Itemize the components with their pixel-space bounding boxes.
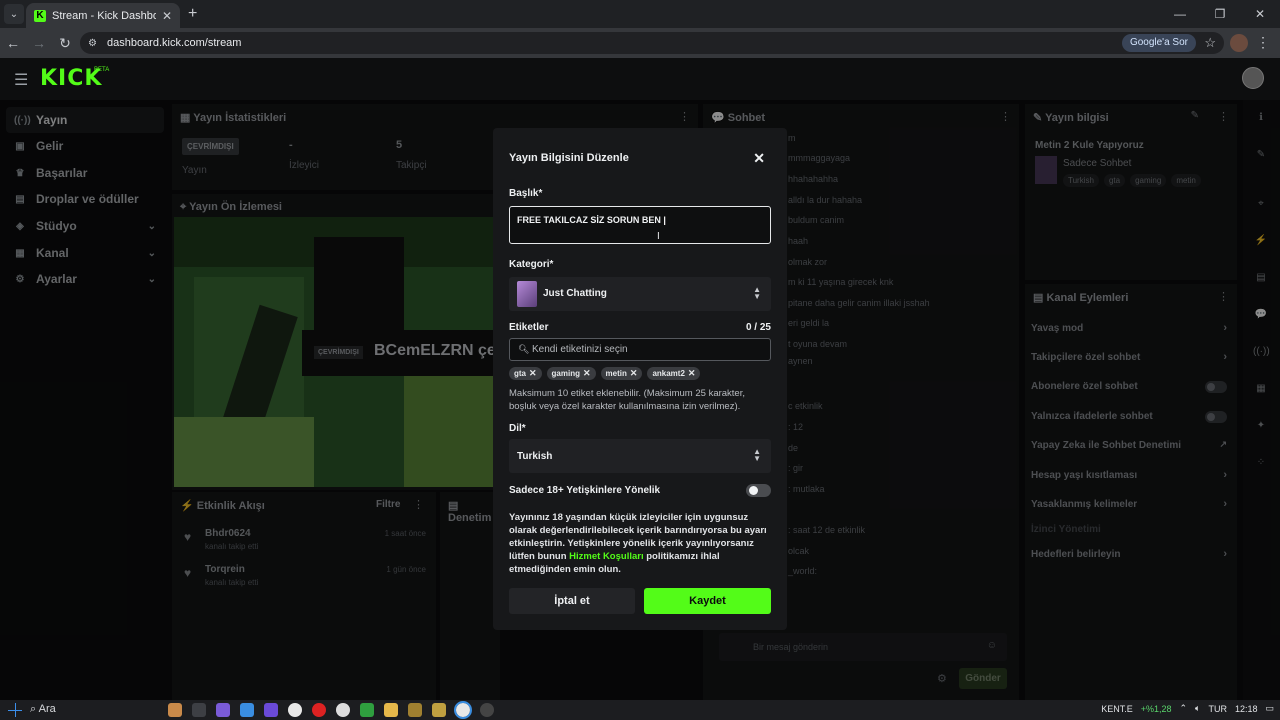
chrome-icon[interactable] (288, 703, 302, 717)
remove-tag-icon[interactable]: ✕ (529, 368, 537, 379)
copilot-icon[interactable] (216, 703, 230, 717)
browser-toolbar: ← → ↻ ⚙ dashboard.kick.com/stream Google… (0, 28, 1280, 58)
tray-chevron-icon[interactable]: ⌃ (1180, 703, 1188, 714)
search-icon: 🔍︎ (518, 344, 530, 354)
browser-tab[interactable]: K Stream - Kick Dashboard ✕ (26, 3, 180, 28)
close-icon[interactable]: ✕ (753, 150, 765, 167)
xbox-icon[interactable] (360, 703, 374, 717)
teams-icon[interactable] (264, 703, 278, 717)
tag-search-input[interactable]: 🔍︎ Kendi etiketinizi seçin (509, 338, 771, 361)
language-value: Turkish (517, 451, 553, 462)
tag-input-placeholder: Kendi etiketinizi seçin (532, 344, 628, 355)
category-select[interactable]: Just Chatting ▲ ▼ (509, 277, 771, 311)
category-value: Just Chatting (543, 288, 607, 299)
remove-tag-icon[interactable]: ✕ (583, 368, 591, 379)
widgets-icon[interactable] (168, 703, 182, 717)
browser-menu-icon[interactable]: ⋮ (1256, 34, 1270, 51)
obs-icon[interactable] (336, 703, 350, 717)
tag-chip: metin ✕ (600, 367, 643, 380)
beta-badge: BETA (94, 67, 110, 73)
modal-title: Yayın Bilgisini Düzenle (509, 152, 629, 164)
explorer-icon[interactable] (384, 703, 398, 717)
tag-chip-label: gaming (551, 369, 580, 378)
task-view-icon[interactable] (192, 703, 206, 717)
notification-icon[interactable]: ▭ (1265, 703, 1274, 714)
google-ask-button[interactable]: Google'a Sor (1121, 34, 1196, 52)
forward-icon[interactable]: → (26, 35, 52, 51)
browser-tabbar: ⌄ K Stream - Kick Dashboard ✕ + — ❐ ✕ (0, 0, 1280, 28)
minimize-icon[interactable]: — (1160, 0, 1200, 28)
volume-icon[interactable]: 🔈︎ (1195, 703, 1200, 714)
adult-content-toggle[interactable] (746, 484, 771, 497)
lang-indicator[interactable]: TUR (1208, 704, 1227, 714)
new-tab-button[interactable]: + (188, 5, 197, 23)
address-bar[interactable]: ⚙ dashboard.kick.com/stream Google'a Sor… (80, 32, 1224, 54)
game-icon[interactable] (408, 703, 422, 717)
text-cursor-icon: I (657, 231, 660, 242)
tags-label: Etiketler (509, 322, 549, 333)
stock-change: +%1,28 (1140, 703, 1172, 714)
kick-favicon-icon: K (34, 9, 46, 22)
tag-chip-label: ankamt2 (652, 369, 685, 378)
back-icon[interactable]: ← (0, 35, 26, 51)
game-icon-2[interactable] (432, 703, 446, 717)
edit-stream-info-modal: Yayın Bilgisini Düzenle ✕ Başlık* FREE T… (493, 128, 787, 630)
opera-icon[interactable] (312, 703, 326, 717)
adult-content-description: Yayınınız 18 yaşından küçük izleyiciler … (509, 512, 767, 575)
language-select[interactable]: Turkish ▲ ▼ (509, 439, 771, 473)
tag-chip: ankamt2 ✕ (647, 367, 701, 380)
store-icon[interactable] (240, 703, 254, 717)
taskbar-apps (168, 701, 494, 719)
close-tab-icon[interactable]: ✕ (162, 9, 172, 23)
tab-title: Stream - Kick Dashboard (52, 9, 156, 22)
category-label: Kategori* (509, 259, 554, 270)
remove-tag-icon[interactable]: ✕ (688, 368, 696, 379)
kick-topnav: ☰ KICK BETA (0, 58, 1280, 100)
close-window-icon[interactable]: ✕ (1240, 0, 1280, 28)
tags-help-text: Maksimum 10 etiket eklenebilir. (Maksimu… (509, 388, 745, 412)
chrome-active-icon[interactable] (454, 701, 472, 719)
window-controls: — ❐ ✕ (1160, 0, 1280, 28)
tag-chip: gta ✕ (509, 367, 542, 380)
select-arrows-icon: ▲ ▼ (753, 285, 761, 301)
tag-chips: gta ✕ gaming ✕ metin ✕ ankamt2 ✕ (509, 367, 701, 380)
language-label: Dil* (509, 423, 526, 434)
site-info-icon[interactable]: ⚙ (88, 38, 97, 49)
tag-chip-label: metin (605, 369, 627, 378)
taskbar-search[interactable]: ⌕ Ara (30, 703, 56, 716)
system-tray: KENT.E +%1,28 ⌃ 🔈︎ TUR 12:18 ▭ (1101, 703, 1274, 714)
restore-icon[interactable]: ❐ (1200, 0, 1240, 28)
hamburger-menu-icon[interactable]: ☰ (14, 70, 28, 90)
url-text: dashboard.kick.com/stream (106, 37, 242, 49)
stock-ticker[interactable]: KENT.E (1101, 704, 1133, 714)
tags-count: 0 / 25 (745, 322, 771, 333)
tag-chip-label: gta (514, 369, 526, 378)
user-avatar[interactable] (1242, 67, 1264, 89)
browser-profile-avatar[interactable] (1230, 34, 1248, 52)
select-arrows-icon: ▲ ▼ (753, 447, 761, 463)
windows-taskbar: ⌕ Ara KENT.E +%1,28 ⌃ 🔈︎ TUR 12:18 ▭ (0, 700, 1280, 720)
remove-tag-icon[interactable]: ✕ (630, 368, 638, 379)
windows-start-icon[interactable] (8, 703, 22, 717)
save-button[interactable]: Kaydet (644, 588, 771, 614)
tab-search-button[interactable]: ⌄ (4, 4, 24, 24)
bookmark-star-icon[interactable]: ☆ (1204, 35, 1216, 51)
title-label: Başlık* (509, 188, 543, 199)
steam-icon[interactable] (480, 703, 494, 717)
title-input[interactable]: FREE TAKILCAZ SİZ SORUN BEN | (509, 206, 771, 244)
clock[interactable]: 12:18 (1235, 704, 1258, 714)
tag-chip: gaming ✕ (546, 367, 596, 380)
adult-content-label: Sadece 18+ Yetişkinlere Yönelik (509, 485, 661, 496)
category-thumbnail (517, 281, 537, 307)
terms-of-service-link[interactable]: Hizmet Koşulları (569, 551, 643, 562)
reload-icon[interactable]: ↻ (52, 35, 78, 52)
cancel-button[interactable]: İptal et (509, 588, 635, 614)
